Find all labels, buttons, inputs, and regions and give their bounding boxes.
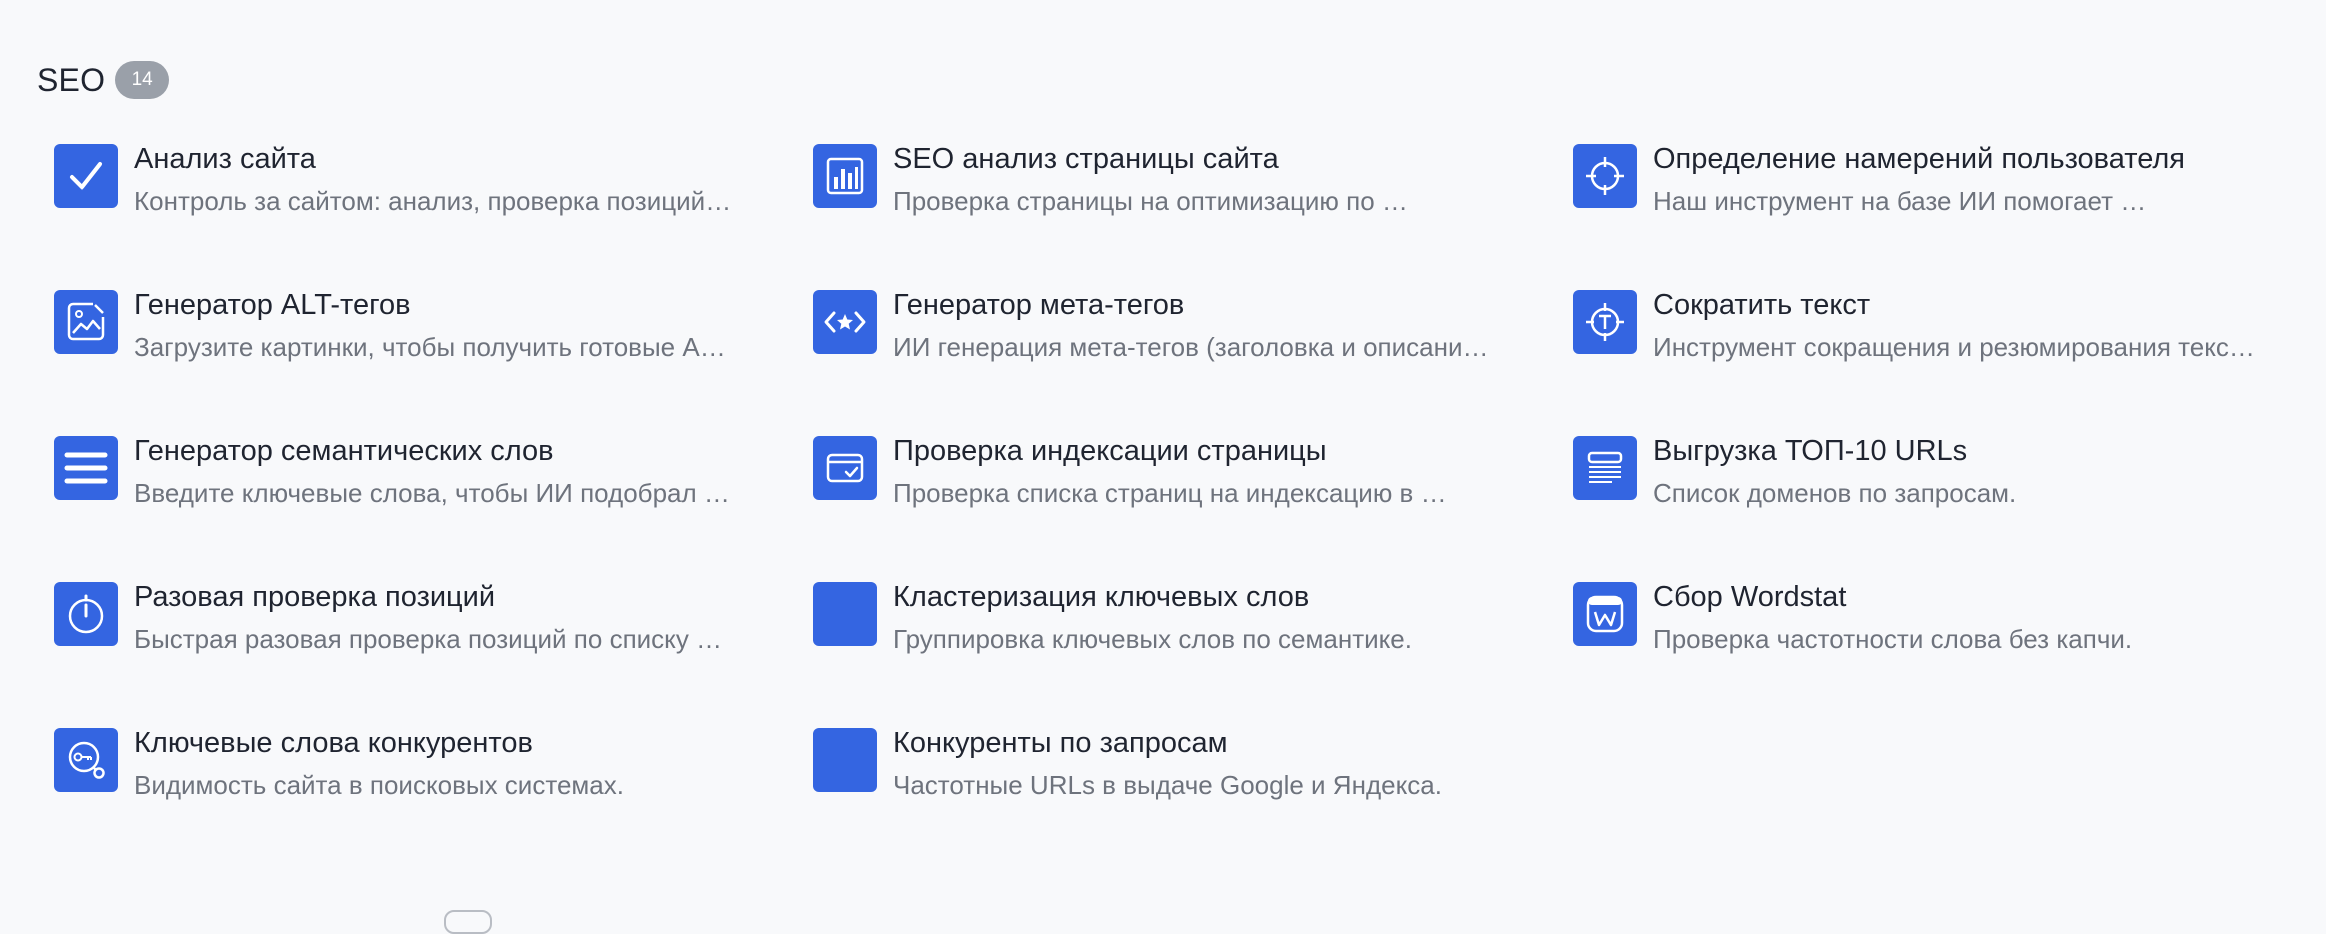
tool-description: Контроль за сайтом: анализ, проверка поз…	[134, 186, 732, 216]
bar-chart-icon	[813, 144, 877, 208]
tool-title: SEO анализ страницы сайта	[893, 143, 1279, 175]
tool-description: Загрузите картинки, чтобы получить готов…	[134, 332, 726, 362]
document-list-icon	[1573, 436, 1637, 500]
tool-card-semantic-words[interactable]: Генератор семантических слов Введите клю…	[54, 435, 774, 536]
tool-title: Анализ сайта	[134, 143, 316, 175]
tool-card-query-competitors[interactable]: Конкуренты по запросам Частотные URLs в …	[813, 727, 1533, 828]
blank-icon	[813, 728, 877, 792]
code-star-icon	[813, 290, 877, 354]
tool-title: Проверка индексации страницы	[893, 435, 1327, 467]
section-title: SEO	[37, 61, 106, 98]
text-target-icon	[1573, 290, 1637, 354]
tool-description: Проверка списка страниц на индексацию в …	[893, 478, 1447, 508]
menu-lines-icon	[54, 436, 118, 500]
tool-card-alt-tag-generator[interactable]: Генератор ALT-тегов Загрузите картинки, …	[54, 289, 774, 390]
tool-card-user-intent[interactable]: Определение намерений пользователя Наш и…	[1573, 143, 2293, 244]
tool-card-site-analysis[interactable]: Анализ сайта Контроль за сайтом: анализ,…	[54, 143, 774, 244]
tool-card-meta-tag-generator[interactable]: Генератор мета-тегов ИИ генерация мета-т…	[813, 289, 1533, 390]
tool-title: Определение намерений пользователя	[1653, 143, 2185, 175]
tool-title: Генератор мета-тегов	[893, 289, 1185, 321]
tool-card-shorten-text[interactable]: Сократить текст Инструмент сокращения и …	[1573, 289, 2293, 390]
tool-description: ИИ генерация мета-тегов (заголовка и опи…	[893, 332, 1489, 362]
image-edit-icon	[54, 290, 118, 354]
tool-description: Частотные URLs в выдаче Google и Яндекса…	[893, 770, 1442, 800]
tool-description: Группировка ключевых слов по семантике.	[893, 624, 1412, 654]
tool-title: Сократить текст	[1653, 289, 1871, 321]
next-section-badge	[444, 910, 492, 934]
tool-title: Выгрузка ТОП-10 URLs	[1653, 435, 1968, 467]
tool-card-position-check[interactable]: Разовая проверка позиций Быстрая разовая…	[54, 581, 774, 682]
tool-card-top10-urls[interactable]: Выгрузка ТОП-10 URLs Список доменов по з…	[1573, 435, 2293, 536]
tool-title: Ключевые слова конкурентов	[134, 727, 533, 759]
tool-description: Быстрая разовая проверка позиций по спис…	[134, 624, 723, 654]
tool-description: Видимость сайта в поисковых системах.	[134, 770, 624, 800]
tool-card-keyword-clustering[interactable]: Кластеризация ключевых слов Группировка …	[813, 581, 1533, 682]
seo-section: SEO 14 Анализ сайта Контроль за сайтом: …	[0, 0, 2326, 934]
tool-card-index-check[interactable]: Проверка индексации страницы Проверка сп…	[813, 435, 1533, 536]
crosshair-icon	[1573, 144, 1637, 208]
card-check-icon	[813, 436, 877, 500]
key-search-icon	[54, 728, 118, 792]
check-icon	[54, 144, 118, 208]
tool-title: Разовая проверка позиций	[134, 581, 496, 613]
tool-title: Конкуренты по запросам	[893, 727, 1228, 759]
wordstat-icon	[1573, 582, 1637, 646]
tool-description: Проверка страницы на оптимизацию по …	[893, 186, 1408, 216]
section-header: SEO 14	[37, 60, 170, 100]
stopwatch-icon	[54, 582, 118, 646]
blank-icon	[813, 582, 877, 646]
tool-card-competitor-keywords[interactable]: Ключевые слова конкурентов Видимость сай…	[54, 727, 774, 828]
tool-title: Генератор ALT-тегов	[134, 289, 411, 321]
tool-title: Генератор семантических слов	[134, 435, 554, 467]
tool-description: Инструмент сокращения и резюмирования те…	[1653, 332, 2255, 362]
tool-card-seo-page-analysis[interactable]: SEO анализ страницы сайта Проверка стран…	[813, 143, 1533, 244]
tool-title: Кластеризация ключевых слов	[893, 581, 1310, 613]
tool-description: Список доменов по запросам.	[1653, 478, 2017, 508]
tool-description: Наш инструмент на базе ИИ помогает …	[1653, 186, 2147, 216]
tool-card-wordstat[interactable]: Сбор Wordstat Проверка частотности слова…	[1573, 581, 2293, 682]
tool-description: Введите ключевые слова, чтобы ИИ подобра…	[134, 478, 730, 508]
tool-description: Проверка частотности слова без капчи.	[1653, 624, 2133, 654]
count-badge: 14	[115, 61, 170, 99]
tool-title: Сбор Wordstat	[1653, 581, 1847, 613]
